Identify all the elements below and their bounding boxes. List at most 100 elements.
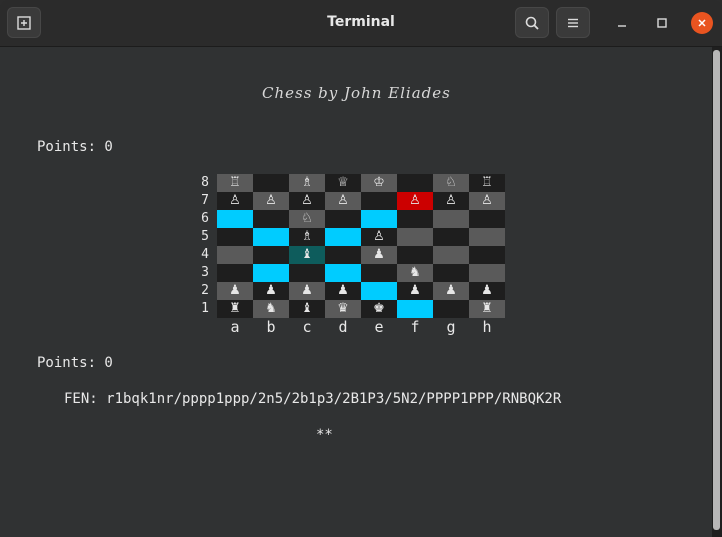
white-pawn-icon: ♙ (337, 193, 349, 208)
black-pawn-icon: ♟ (301, 283, 313, 298)
file-label: e (374, 318, 384, 336)
file-label: g (446, 318, 456, 336)
square-e4[interactable]: ♟ (361, 246, 397, 264)
square-h4[interactable] (469, 246, 505, 264)
square-f8[interactable] (397, 174, 433, 192)
square-d6[interactable] (325, 210, 361, 228)
square-d5[interactable] (325, 228, 361, 246)
white-knight-icon: ♘ (445, 175, 457, 190)
square-d3[interactable] (325, 264, 361, 282)
minimize-button[interactable] (611, 12, 633, 34)
square-g4[interactable] (433, 246, 469, 264)
square-e2[interactable] (361, 282, 397, 300)
square-h2[interactable]: ♟ (469, 282, 505, 300)
square-d2[interactable]: ♟ (325, 282, 361, 300)
square-c6[interactable]: ♘ (289, 210, 325, 228)
square-d7[interactable]: ♙ (325, 192, 361, 210)
square-f1[interactable] (397, 300, 433, 318)
square-e8[interactable]: ♔ (361, 174, 397, 192)
square-b2[interactable]: ♟ (253, 282, 289, 300)
square-h6[interactable] (469, 210, 505, 228)
square-c7[interactable]: ♙ (289, 192, 325, 210)
maximize-button[interactable] (651, 12, 673, 34)
square-f7[interactable]: ♙ (397, 192, 433, 210)
black-pawn-icon: ♟ (229, 283, 241, 298)
square-f6[interactable] (397, 210, 433, 228)
white-pawn-icon: ♙ (445, 193, 457, 208)
search-icon (525, 16, 539, 30)
square-h5[interactable] (469, 228, 505, 246)
close-button[interactable] (691, 12, 713, 34)
chess-board[interactable]: ♖ ♗ ♕ ♔ ♘ ♖ ♙ ♙ ♙ ♙ ♙ ♙ ♙ ♘ ♗ ♙ ♝ ♟ ♞ ♟ ♟ ♟ ♟ ♟ ♟ ♟ ♜ ♞ ♝ ♛ ♚ ♜ (217, 174, 505, 318)
square-d8[interactable]: ♕ (325, 174, 361, 192)
black-knight-icon: ♞ (265, 301, 277, 316)
square-h8[interactable]: ♖ (469, 174, 505, 192)
black-queen-icon: ♛ (337, 301, 349, 316)
rank-label: 1 (201, 301, 209, 316)
square-a1[interactable]: ♜ (217, 300, 253, 318)
square-g5[interactable] (433, 228, 469, 246)
square-f5[interactable] (397, 228, 433, 246)
square-h7[interactable]: ♙ (469, 192, 505, 210)
square-g7[interactable]: ♙ (433, 192, 469, 210)
square-h3[interactable] (469, 264, 505, 282)
square-c1[interactable]: ♝ (289, 300, 325, 318)
cursor-marker: ** (316, 427, 333, 443)
menu-button[interactable] (556, 7, 590, 38)
square-c3[interactable] (289, 264, 325, 282)
square-a3[interactable] (217, 264, 253, 282)
file-label: h (482, 318, 492, 336)
white-pawn-icon: ♙ (373, 229, 385, 244)
square-c5[interactable]: ♗ (289, 228, 325, 246)
square-e6[interactable] (361, 210, 397, 228)
square-b5[interactable] (253, 228, 289, 246)
square-a2[interactable]: ♟ (217, 282, 253, 300)
rank-label: 6 (201, 211, 209, 226)
scrollbar-thumb[interactable] (713, 50, 720, 530)
square-c4[interactable]: ♝ (289, 246, 325, 264)
white-pawn-icon: ♙ (481, 193, 493, 208)
square-c2[interactable]: ♟ (289, 282, 325, 300)
black-pawn-icon: ♟ (445, 283, 457, 298)
square-b8[interactable] (253, 174, 289, 192)
square-b7[interactable]: ♙ (253, 192, 289, 210)
square-f3[interactable]: ♞ (397, 264, 433, 282)
black-pawn-icon: ♟ (337, 283, 349, 298)
square-g2[interactable]: ♟ (433, 282, 469, 300)
square-b4[interactable] (253, 246, 289, 264)
square-d1[interactable]: ♛ (325, 300, 361, 318)
square-h1[interactable]: ♜ (469, 300, 505, 318)
white-rook-icon: ♖ (229, 175, 241, 190)
square-d4[interactable] (325, 246, 361, 264)
square-g3[interactable] (433, 264, 469, 282)
title-bar[interactable]: Terminal (0, 0, 722, 47)
square-g1[interactable] (433, 300, 469, 318)
square-b1[interactable]: ♞ (253, 300, 289, 318)
square-a5[interactable] (217, 228, 253, 246)
fen-string: FEN: r1bqk1nr/pppp1ppp/2n5/2b1p3/2B1P3/5… (64, 391, 562, 407)
square-e1[interactable]: ♚ (361, 300, 397, 318)
square-f4[interactable] (397, 246, 433, 264)
square-a8[interactable]: ♖ (217, 174, 253, 192)
square-g8[interactable]: ♘ (433, 174, 469, 192)
game-banner: Chess by John Eliades (262, 84, 451, 102)
square-a6[interactable] (217, 210, 253, 228)
white-pawn-icon: ♙ (229, 193, 241, 208)
square-f2[interactable]: ♟ (397, 282, 433, 300)
white-pawn-icon: ♙ (265, 193, 277, 208)
square-e3[interactable] (361, 264, 397, 282)
white-bishop-icon: ♗ (301, 175, 313, 190)
white-pawn-icon: ♙ (409, 193, 421, 208)
file-label: d (338, 318, 348, 336)
square-a4[interactable] (217, 246, 253, 264)
square-b6[interactable] (253, 210, 289, 228)
search-button[interactable] (515, 7, 549, 38)
square-e5[interactable]: ♙ (361, 228, 397, 246)
black-knight-icon: ♞ (409, 265, 421, 280)
square-g6[interactable] (433, 210, 469, 228)
square-a7[interactable]: ♙ (217, 192, 253, 210)
square-b3[interactable] (253, 264, 289, 282)
rank-label: 2 (201, 283, 209, 298)
square-c8[interactable]: ♗ (289, 174, 325, 192)
square-e7[interactable] (361, 192, 397, 210)
